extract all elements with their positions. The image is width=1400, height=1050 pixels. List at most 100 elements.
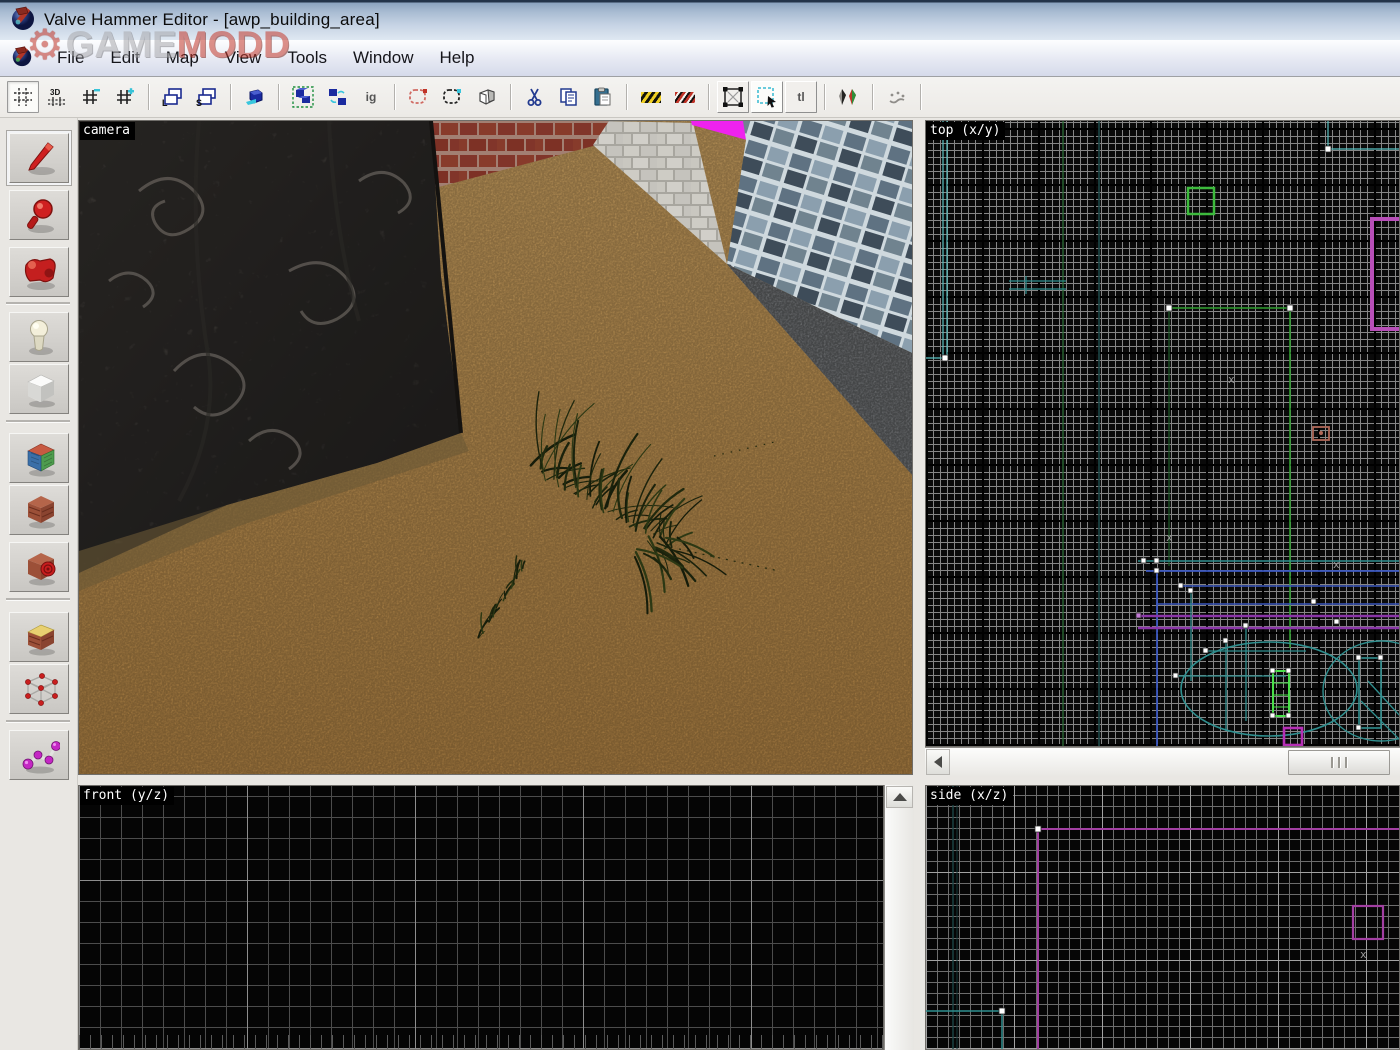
titlebar[interactable]: Valve Hammer Editor - [awp_building_area… [0,0,1400,40]
hscroll-thumb[interactable] [1288,750,1390,775]
thumb-grip-icon [1331,757,1334,768]
grid-minus-icon [81,87,101,107]
texture-lock-icon: tl [797,90,804,104]
texture-lock-button[interactable]: tl [785,81,817,113]
scroll-left-button[interactable] [926,749,950,775]
scissors-icon [525,87,545,107]
hide-selected-button[interactable] [635,81,667,113]
copy-icon [558,87,580,107]
front-viewport-label: front (y/z) [80,787,174,805]
menu-map[interactable]: Map [153,44,212,72]
smaller-grid-button[interactable] [75,81,107,113]
menu-window[interactable]: Window [340,44,426,72]
menu-view[interactable]: View [212,44,275,72]
cut-button[interactable] [519,81,551,113]
block-tool-button[interactable] [9,364,69,414]
toolbar-separator [278,84,280,110]
thumb-grip-icon [1338,757,1341,768]
menu-edit[interactable]: Edit [97,44,152,72]
vertex-manipulation-tool-button[interactable] [9,664,69,714]
viewport-top[interactable]: x x x top (x [925,120,1400,747]
workspace: camera [0,118,1400,1050]
toolbar-separator [872,84,874,110]
paste-button[interactable] [587,81,619,113]
texture-application-tool-icon [18,439,60,477]
carve-icon [244,87,266,107]
top-viewport-label: top (x/y) [927,122,1005,140]
svg-text:x: x [1333,558,1340,571]
load-window-state-button[interactable]: L [157,81,189,113]
selection-tool-button[interactable] [9,133,69,183]
run-map-button[interactable] [881,81,913,113]
toolbar-separator [626,84,628,110]
side-viewport-label: side (x/z) [927,787,1013,805]
select-by-handles-button[interactable] [717,81,749,113]
show-hidden-icon [675,92,695,103]
edit-cordon-bounds-button[interactable] [403,81,435,113]
toolbar-separator [708,84,710,110]
path-tool-button[interactable] [9,730,69,780]
hollow-cube-button[interactable] [471,81,503,113]
palette-separator [6,598,70,601]
larger-grid-button[interactable] [109,81,141,113]
front-viewport-vscrollbar[interactable] [884,785,914,1050]
ungroup-button[interactable] [321,81,353,113]
save-window-state-icon: S [196,87,218,107]
show-hidden-button[interactable] [669,81,701,113]
ignore-groups-button[interactable]: ig [355,81,387,113]
flip-objects-button[interactable] [833,81,865,113]
copy-button[interactable] [553,81,585,113]
scroll-up-button[interactable] [886,786,913,808]
svg-text:x: x [1228,373,1235,386]
toolbar-separator [510,84,512,110]
cordon-toggle-icon [442,87,464,107]
tool-palette [0,118,78,1050]
path-tool-icon [18,736,60,774]
save-window-state-button[interactable]: S [191,81,223,113]
menu-tools[interactable]: Tools [274,44,340,72]
apply-decals-tool-button[interactable] [9,542,69,592]
viewport-camera[interactable]: camera [78,120,913,775]
entity-tool-icon [18,318,60,356]
flip-objects-icon [837,87,861,107]
toggle-cordon-button[interactable] [437,81,469,113]
svg-text:3D: 3D [50,88,60,97]
svg-text:x: x [1360,948,1367,961]
clipping-tool-button[interactable] [9,612,69,662]
apply-texture-tool-icon [18,491,60,529]
auto-select-icon [756,86,778,108]
carve-button[interactable] [239,81,271,113]
clipping-tool-icon [18,618,60,656]
auto-selection-box-button[interactable] [751,81,783,113]
texture-application-tool-button[interactable] [9,433,69,483]
svg-text:L: L [162,98,168,107]
front-grid-dense-strip [79,1035,883,1049]
grid-icon [13,87,33,107]
apply-texture-tool-button[interactable] [9,485,69,535]
group-button[interactable] [287,81,319,113]
top-viewport-hscrollbar[interactable] [925,747,1400,776]
side-view-wireframe: x [926,786,1400,1050]
toolbar-separator [824,84,826,110]
entity-tool-button[interactable] [9,312,69,362]
menu-help[interactable]: Help [426,44,487,72]
magnify-tool-button[interactable] [9,190,69,240]
toggle-grid-button[interactable] [7,81,39,113]
vertex-tool-icon [18,670,60,708]
menu-file[interactable]: File [44,44,97,72]
camera-tool-icon [18,253,60,291]
paste-icon [592,87,614,107]
viewport-side[interactable]: x side (x/z) [925,785,1400,1050]
grid-plus-icon [115,87,135,107]
palette-separator [6,720,70,723]
scroll-up-arrow-icon [893,793,907,801]
toggle-3d-grid-button[interactable]: 3D [41,81,73,113]
run-map-icon [886,87,908,107]
apply-decals-tool-icon [18,548,60,586]
scroll-left-arrow-icon [934,756,942,768]
viewport-front[interactable]: front (y/z) [78,785,884,1050]
camera-tool-button[interactable] [9,247,69,297]
hide-selected-icon [641,92,661,103]
menubar: File Edit Map View Tools Window Help [0,40,1400,77]
hollow-cube-icon [476,87,498,107]
